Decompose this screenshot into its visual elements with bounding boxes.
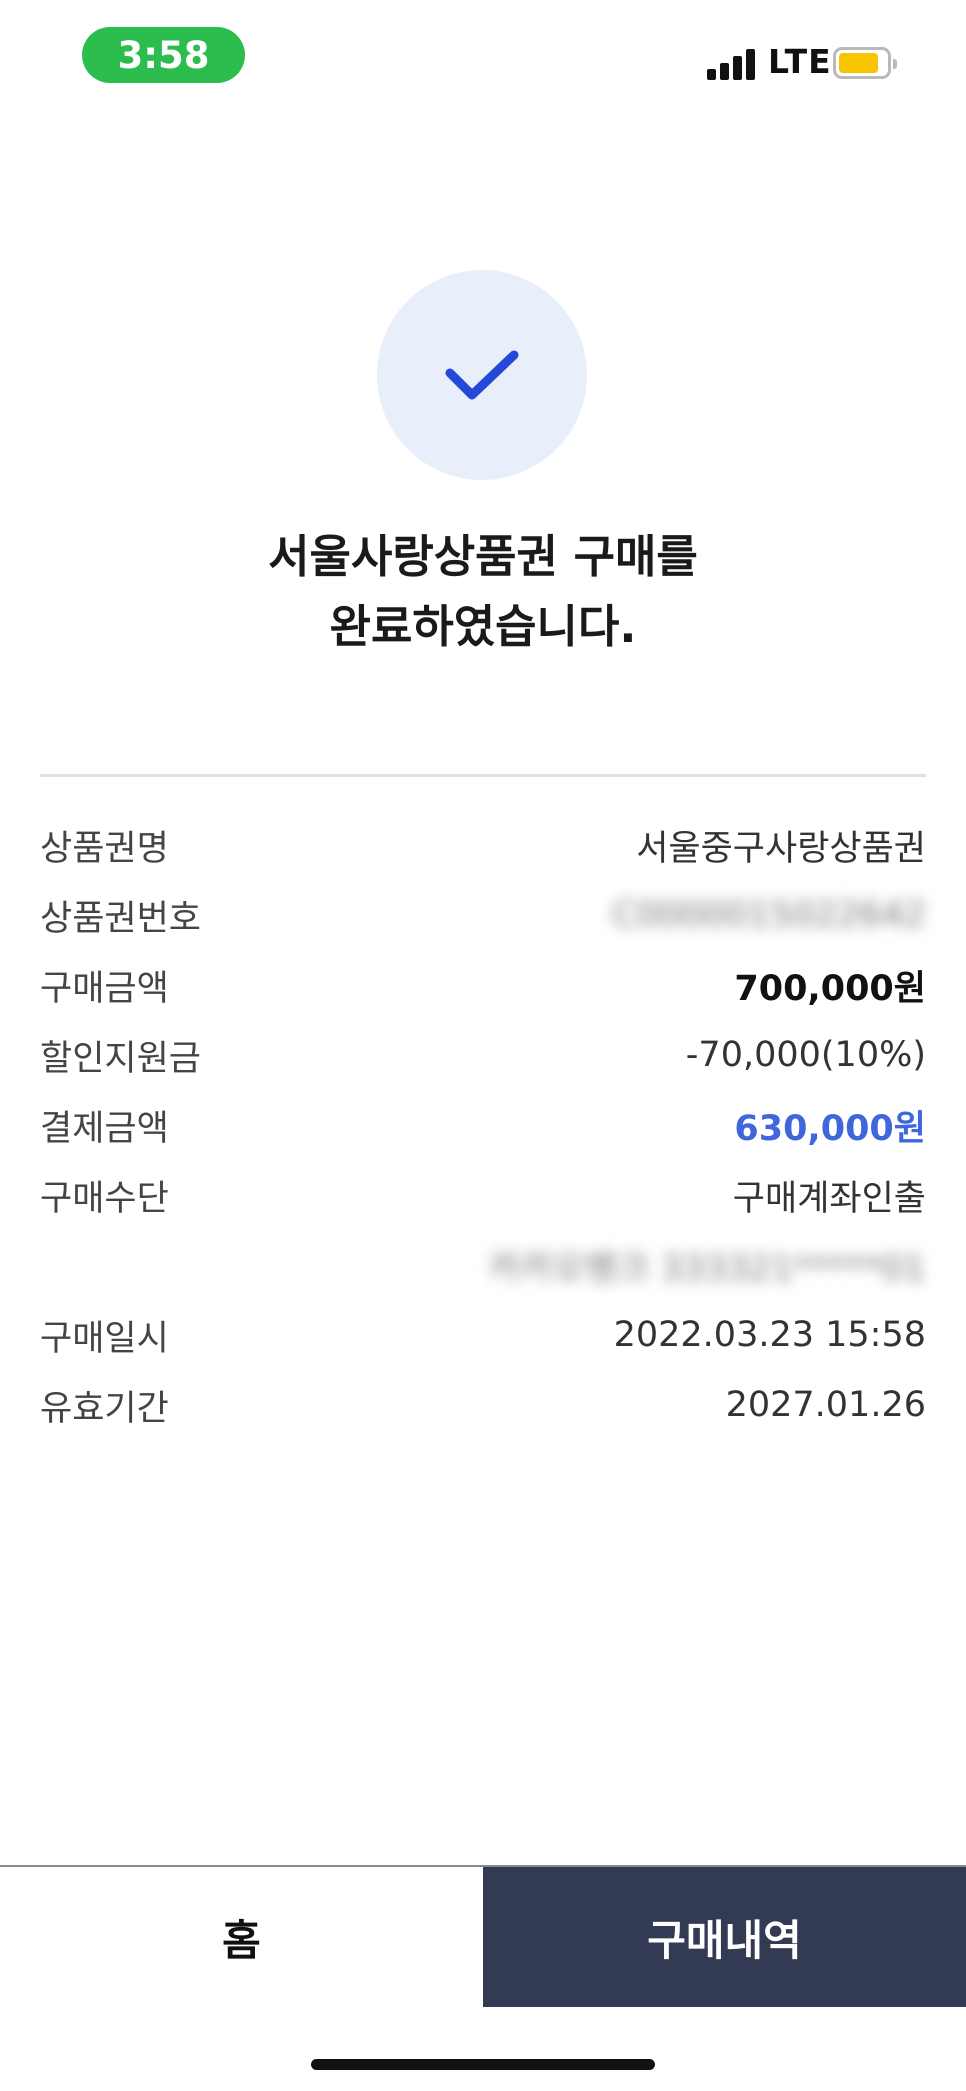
detail-row-discount: 할인지원금 -70,000(10%) bbox=[40, 1020, 926, 1090]
battery-icon bbox=[833, 47, 897, 79]
detail-row-purchase-datetime: 구매일시 2022.03.23 15:58 bbox=[40, 1300, 926, 1370]
detail-label: 할인지원금 bbox=[40, 1038, 202, 1079]
detail-label: 유효기간 bbox=[40, 1388, 169, 1429]
purchase-history-button[interactable]: 구매내역 bbox=[483, 1867, 966, 2007]
completion-title-line2: 완료하였습니다. bbox=[329, 600, 637, 653]
detail-label: 구매일시 bbox=[40, 1318, 169, 1359]
purchase-complete-screen: 3:58 LTE 서울사랑상품권 구매를 완료하였습니다. 상품권명 서울중구사… bbox=[0, 0, 966, 2091]
payment-method-value: 구매계좌인출 bbox=[732, 1178, 926, 1219]
detail-label: 상품권번호 bbox=[40, 898, 202, 939]
cellular-signal-icon bbox=[707, 49, 757, 80]
account-value: 카카오뱅크 333321*****01 bbox=[488, 1248, 926, 1289]
home-button[interactable]: 홈 bbox=[0, 1867, 483, 2007]
checkmark-icon bbox=[445, 350, 519, 400]
purchase-datetime-value: 2022.03.23 15:58 bbox=[613, 1315, 926, 1355]
purchase-amount-value: 700,000원 bbox=[734, 968, 926, 1009]
detail-label: 결제금액 bbox=[40, 1108, 169, 1149]
detail-row-account: 카카오뱅크 333321*****01 bbox=[40, 1230, 926, 1300]
bottom-action-bar: 홈 구매내역 bbox=[0, 1865, 966, 2007]
completion-title-line1: 서울사랑상품권 구매를 bbox=[268, 530, 698, 583]
completion-title: 서울사랑상품권 구매를 완료하였습니다. bbox=[0, 522, 966, 662]
detail-row-voucher-number: 상품권번호 C0000015022642 bbox=[40, 880, 926, 950]
purchase-details: 상품권명 서울중구사랑상품권 상품권번호 C0000015022642 구매금액… bbox=[40, 810, 926, 1440]
detail-row-voucher-name: 상품권명 서울중구사랑상품권 bbox=[40, 810, 926, 880]
voucher-name-value: 서울중구사랑상품권 bbox=[636, 828, 926, 869]
section-divider bbox=[40, 774, 926, 777]
detail-label: 구매금액 bbox=[40, 968, 169, 1009]
detail-label: 구매수단 bbox=[40, 1178, 169, 1219]
valid-until-value: 2027.01.26 bbox=[725, 1385, 926, 1425]
home-indicator[interactable] bbox=[311, 2059, 655, 2070]
success-badge bbox=[377, 270, 587, 480]
network-type: LTE bbox=[768, 42, 832, 81]
detail-row-purchase-amount: 구매금액 700,000원 bbox=[40, 950, 926, 1020]
detail-label: 상품권명 bbox=[40, 828, 169, 869]
status-time: 3:58 bbox=[82, 27, 245, 83]
voucher-number-value: C0000015022642 bbox=[612, 895, 926, 935]
detail-row-payment-amount: 결제금액 630,000원 bbox=[40, 1090, 926, 1160]
discount-value: -70,000(10%) bbox=[685, 1035, 926, 1075]
payment-amount-value: 630,000원 bbox=[734, 1108, 926, 1149]
detail-row-valid-until: 유효기간 2027.01.26 bbox=[40, 1370, 926, 1440]
detail-row-payment-method: 구매수단 구매계좌인출 bbox=[40, 1160, 926, 1230]
